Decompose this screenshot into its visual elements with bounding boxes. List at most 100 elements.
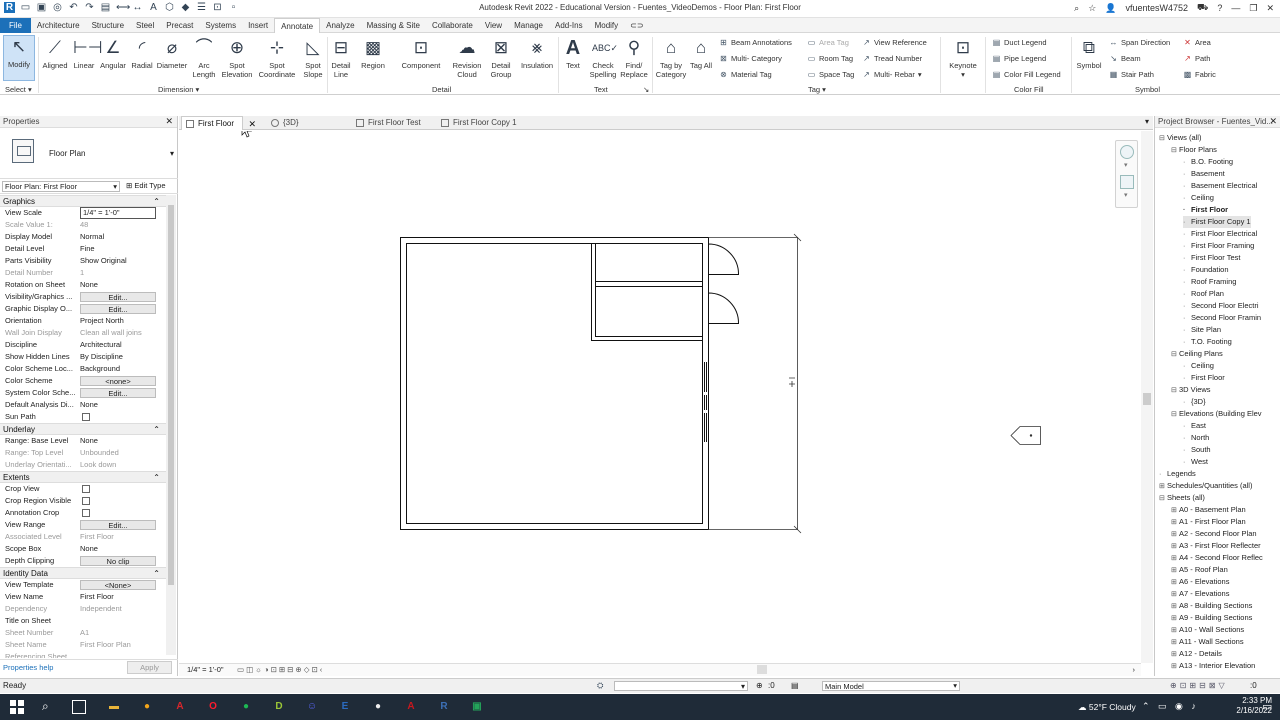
checkbox[interactable] xyxy=(82,413,90,421)
browser-node[interactable]: ⊟ Ceiling Plans xyxy=(1171,348,1223,360)
property-value[interactable]: First Floor xyxy=(78,591,166,603)
3d-view-icon[interactable]: ⬡ xyxy=(164,2,175,13)
close-icon[interactable]: ✕ xyxy=(1266,3,1274,14)
notification-icon[interactable]: ▭ xyxy=(1262,700,1272,713)
properties-close-icon[interactable]: ✕ xyxy=(165,116,173,127)
expand-icon[interactable]: ⊞ xyxy=(1171,661,1179,673)
dimension-icon[interactable]: ↔ xyxy=(132,2,143,13)
aligned-dimension-button[interactable]: ⟋ Aligned xyxy=(40,37,70,70)
tab-3d[interactable]: {3D} xyxy=(267,116,327,130)
property-value[interactable]: By Discipline xyxy=(78,351,166,363)
tab-insert[interactable]: Insert xyxy=(242,18,274,33)
tab-analyze[interactable]: Analyze xyxy=(320,18,360,33)
file-explorer-icon[interactable]: ▬ xyxy=(106,699,122,715)
browser-node[interactable]: · Roof Plan xyxy=(1183,288,1224,300)
dimension-line[interactable] xyxy=(708,237,798,530)
check-spelling-button[interactable]: ABC✓ Check Spelling xyxy=(587,37,619,79)
properties-scrollbar[interactable] xyxy=(166,195,176,655)
browser-node[interactable]: ⊞ A12 - Details xyxy=(1171,648,1222,660)
browser-node[interactable]: ⊞ A13 - Interior Elevation xyxy=(1171,660,1255,672)
opera-icon[interactable]: O xyxy=(205,699,221,715)
tab-massing-site[interactable]: Massing & Site xyxy=(361,18,426,33)
property-edit-button[interactable]: <none> xyxy=(80,376,156,386)
instance-selector[interactable]: Floor Plan: First Floor ▾ xyxy=(2,181,120,192)
scroll-thumb[interactable] xyxy=(168,205,174,585)
browser-node[interactable]: · T.O. Footing xyxy=(1183,336,1232,348)
duct-legend-button[interactable]: ▤ Duct Legend xyxy=(992,38,1047,47)
browser-node[interactable]: ⊞ A7 - Elevations xyxy=(1171,588,1229,600)
browser-node[interactable]: · First Floor Test xyxy=(1183,252,1240,264)
tabs-menu-icon[interactable]: ▾ xyxy=(1145,117,1149,126)
user-name[interactable]: vfuentesW4752 xyxy=(1125,3,1188,13)
material-tag-button[interactable]: ⊗ Material Tag xyxy=(719,70,772,79)
redo-icon[interactable]: ↷ xyxy=(84,2,95,13)
revit-logo-icon[interactable]: R xyxy=(4,2,15,13)
component-button[interactable]: ⊡ Component xyxy=(399,37,443,70)
property-value[interactable]: Fine xyxy=(78,243,166,255)
browser-node[interactable]: ⊞ A2 - Second Floor Plan xyxy=(1171,528,1257,540)
collapse-icon[interactable]: ⊟ xyxy=(1171,349,1179,361)
tab-annotate[interactable]: Annotate xyxy=(274,17,321,33)
tab-add-ins[interactable]: Add-Ins xyxy=(549,18,589,33)
browser-node[interactable]: · Basement xyxy=(1183,168,1225,180)
task-view-icon[interactable] xyxy=(72,700,86,714)
browser-node[interactable]: ⊟ Sheets (all) xyxy=(1159,492,1205,504)
tab-systems[interactable]: Systems xyxy=(199,18,242,33)
arc-length-button[interactable]: ⌒ Arc Length xyxy=(188,37,220,79)
browser-close-icon[interactable]: ✕ xyxy=(1269,116,1277,127)
browser-node[interactable]: ⊞ A4 - Second Floor Reflec xyxy=(1171,552,1263,564)
tab-architecture[interactable]: Architecture xyxy=(31,18,86,33)
revit-icon[interactable]: R xyxy=(436,699,452,715)
diameter-dimension-button[interactable]: ⌀ Diameter xyxy=(156,37,188,70)
property-edit-button[interactable]: No clip xyxy=(80,556,156,566)
browser-node[interactable]: ⊞ A9 - Building Sections xyxy=(1171,612,1252,624)
browser-node[interactable]: · Basement Electrical xyxy=(1183,180,1257,192)
browser-node[interactable]: · East xyxy=(1183,420,1206,432)
space-tag-button[interactable]: ▭ Space Tag xyxy=(807,70,855,79)
apply-button[interactable]: Apply xyxy=(127,661,172,674)
path-button[interactable]: ↗ Path xyxy=(1183,54,1210,63)
tray-icons[interactable]: ⌃ ▭ ◉ ♪ xyxy=(1142,701,1199,712)
drawing-area[interactable] xyxy=(179,123,1141,663)
type-dropdown-icon[interactable]: ▾ xyxy=(170,149,174,158)
d-app-icon[interactable]: D xyxy=(271,699,287,715)
browser-node[interactable]: · South xyxy=(1183,444,1211,456)
contextual-toggle-icon[interactable]: ⊂⊃ xyxy=(624,18,649,33)
symbol-button[interactable]: ⧉ Symbol xyxy=(1073,37,1105,70)
view-control-icons[interactable]: ▭◫☼◑⊡⊞⊟⊕◇⊡‹ xyxy=(237,664,324,676)
property-group-header[interactable]: Extents xyxy=(0,471,166,484)
steering-wheel-icon[interactable] xyxy=(1120,145,1134,159)
browser-node[interactable]: ⊞ A11 - Wall Sections xyxy=(1171,636,1244,648)
github-icon[interactable]: ● xyxy=(370,699,386,715)
beam-button[interactable]: ↘ Beam xyxy=(1109,54,1140,63)
browser-node[interactable]: ⊟ Views (all) xyxy=(1159,132,1201,144)
spot-slope-button[interactable]: ◺ Spot Slope xyxy=(299,37,327,79)
acrobat-pro-icon[interactable]: A xyxy=(403,699,419,715)
property-group-header[interactable]: Graphics xyxy=(0,195,166,208)
tag-all-button[interactable]: ⌂ Tag All xyxy=(689,37,713,70)
close-hidden-icon[interactable]: ⊡ xyxy=(212,2,223,13)
restore-icon[interactable]: ❐ xyxy=(1249,3,1257,14)
user-icon[interactable]: 👤 xyxy=(1105,3,1116,14)
multi-category-button[interactable]: ⊠ Multi- Category xyxy=(719,54,782,63)
browser-node[interactable]: ⊞ A3 - First Floor Reflecter xyxy=(1171,540,1261,552)
detail-group-button[interactable]: ⊠ Detail Group xyxy=(487,37,515,79)
property-group-header[interactable]: Underlay xyxy=(0,423,166,436)
checkbox[interactable] xyxy=(82,497,90,505)
browser-node[interactable]: ⊟ Elevations (Building Elev xyxy=(1171,408,1262,420)
edit-type-button[interactable]: ⊞ Edit Type xyxy=(126,181,166,190)
tab-modify[interactable]: Modify xyxy=(589,18,625,33)
collapse-icon[interactable]: ⊟ xyxy=(1171,145,1179,157)
area-symbol-button[interactable]: ✕ Area xyxy=(1183,38,1211,47)
property-edit-button[interactable]: Edit... xyxy=(80,520,156,530)
interior-wall[interactable] xyxy=(595,243,703,337)
browser-node[interactable]: · Site Plan xyxy=(1183,324,1221,336)
property-checkbox[interactable] xyxy=(78,495,166,507)
pipe-legend-button[interactable]: ▤ Pipe Legend xyxy=(992,54,1046,63)
tab-view[interactable]: View xyxy=(479,18,508,33)
collapse-icon[interactable]: ⊟ xyxy=(1171,409,1179,421)
browser-node[interactable]: ⊞ A1 - First Floor Plan xyxy=(1171,516,1246,528)
property-checkbox[interactable] xyxy=(78,507,166,519)
thin-lines-icon[interactable]: ☰ xyxy=(196,2,207,13)
tread-number-button[interactable]: ↗ Tread Number xyxy=(862,54,922,63)
